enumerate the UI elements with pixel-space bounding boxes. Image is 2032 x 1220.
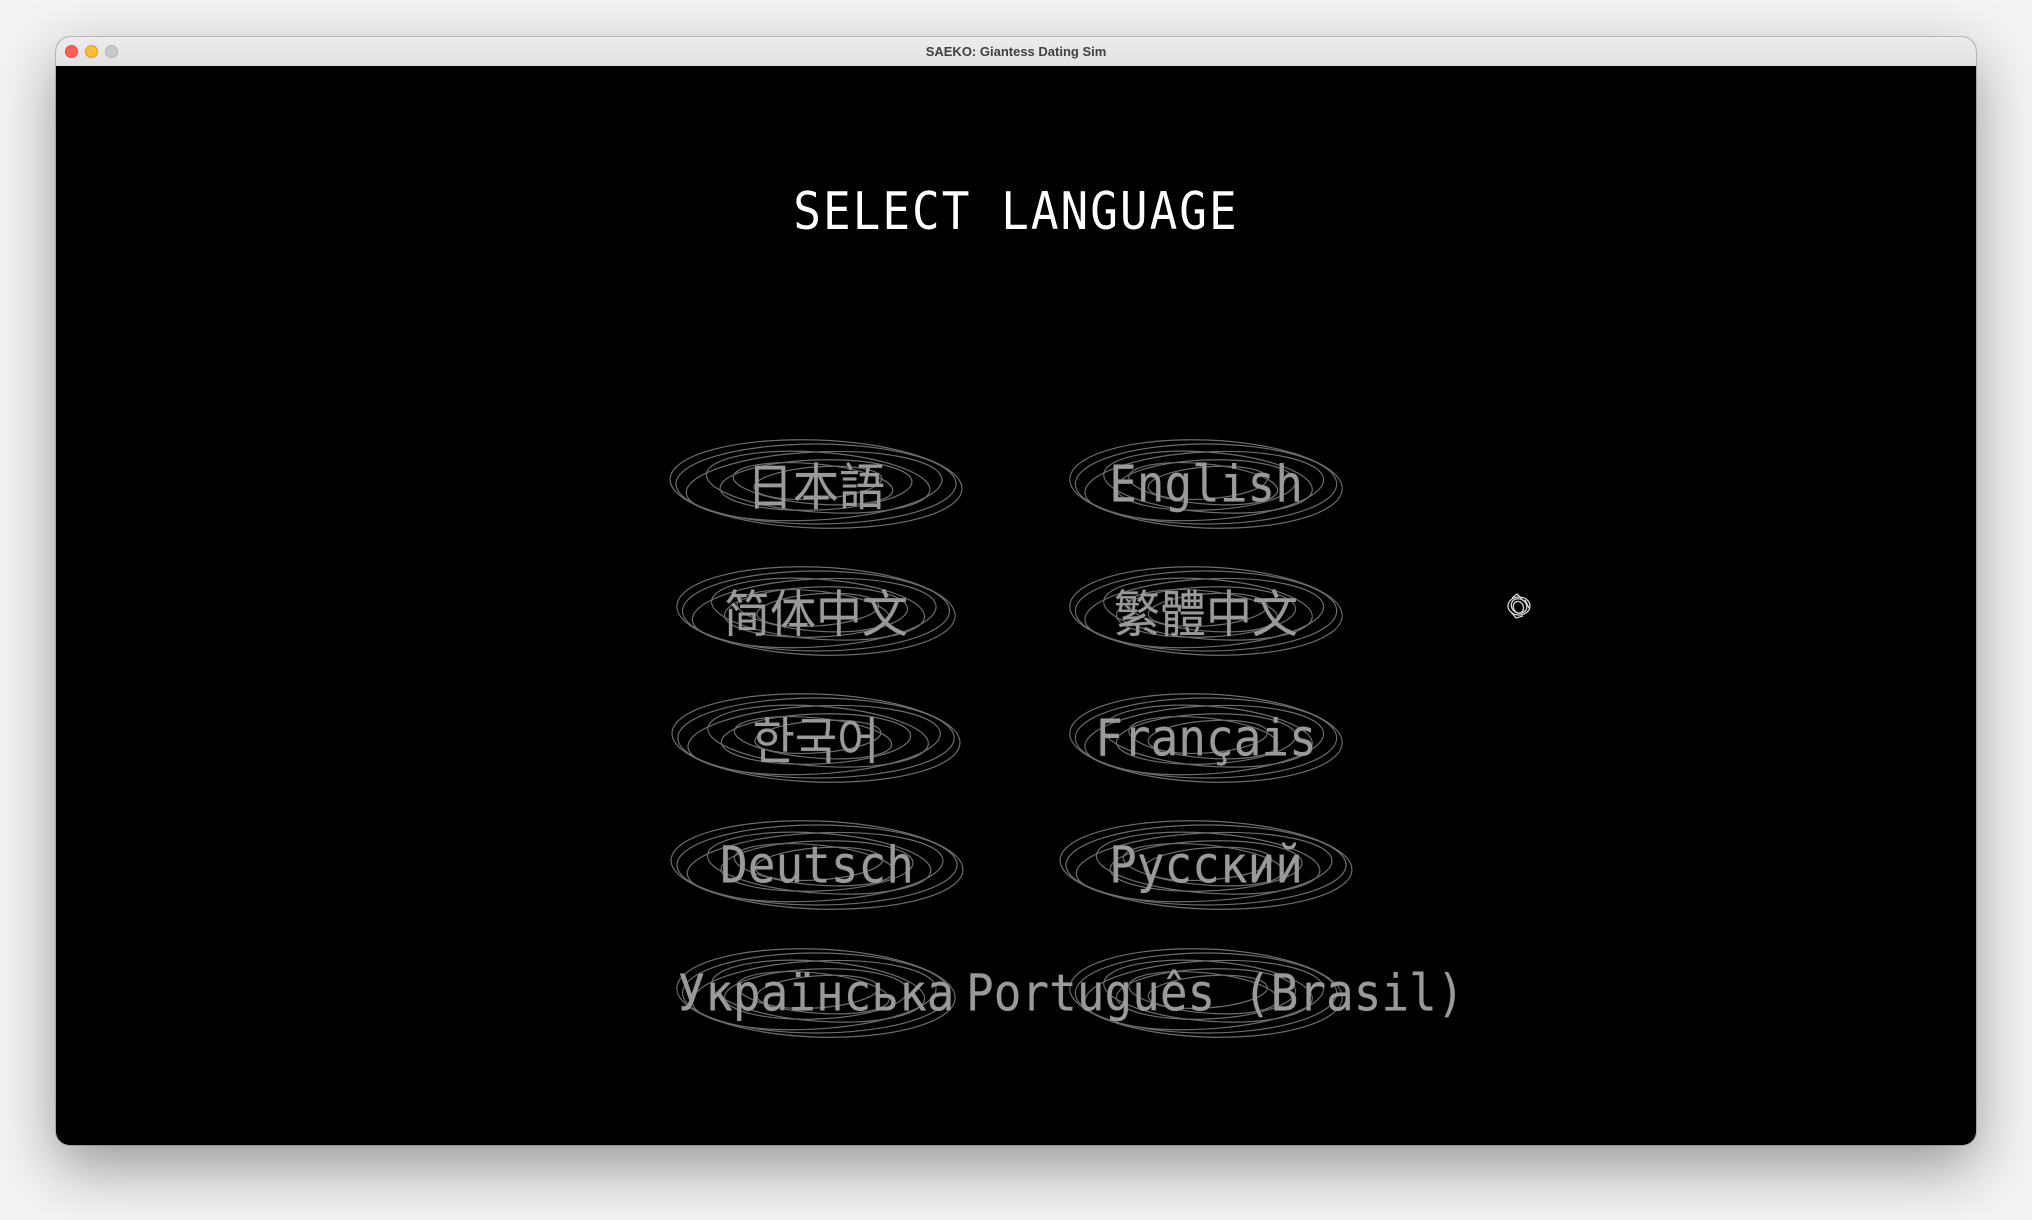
window-title: SAEKO: Giantess Dating Sim: [925, 44, 1107, 59]
language-option-ukrainian[interactable]: Українська: [673, 938, 959, 1048]
game-window: SAEKO: Giantess Dating Sim SELECT LANGUA…: [56, 37, 1976, 1145]
language-option-english[interactable]: English: [1066, 429, 1346, 539]
window-titlebar[interactable]: SAEKO: Giantess Dating Sim: [56, 37, 1976, 67]
language-option-german[interactable]: Deutsch: [667, 810, 967, 920]
language-option-korean[interactable]: 한국어: [668, 683, 964, 793]
select-language-heading: SELECT LANGUAGE: [793, 180, 1239, 242]
language-option-simplified-chinese[interactable]: 简体中文: [673, 556, 959, 666]
language-option-label: Português (Brasil): [966, 963, 1465, 1023]
language-option-label: 繁體中文: [1114, 584, 1298, 644]
language-option-label: English: [1109, 454, 1303, 514]
language-option-russian[interactable]: Русский: [1056, 810, 1356, 920]
language-option-french[interactable]: Français: [1066, 683, 1346, 793]
language-option-traditional-chinese[interactable]: 繁體中文: [1066, 556, 1346, 666]
language-option-label: Français: [1095, 708, 1317, 768]
language-option-portuguese-brazil[interactable]: Português (Brasil): [966, 938, 1465, 1048]
language-option-label: Русский: [1109, 835, 1303, 895]
scribble-cursor-icon: [1507, 593, 1531, 619]
language-select-screen: SELECT LANGUAGE 日本語 English 简体中文 繁體中文 한국…: [56, 66, 1976, 1145]
language-option-japanese[interactable]: 日本語: [666, 429, 966, 539]
